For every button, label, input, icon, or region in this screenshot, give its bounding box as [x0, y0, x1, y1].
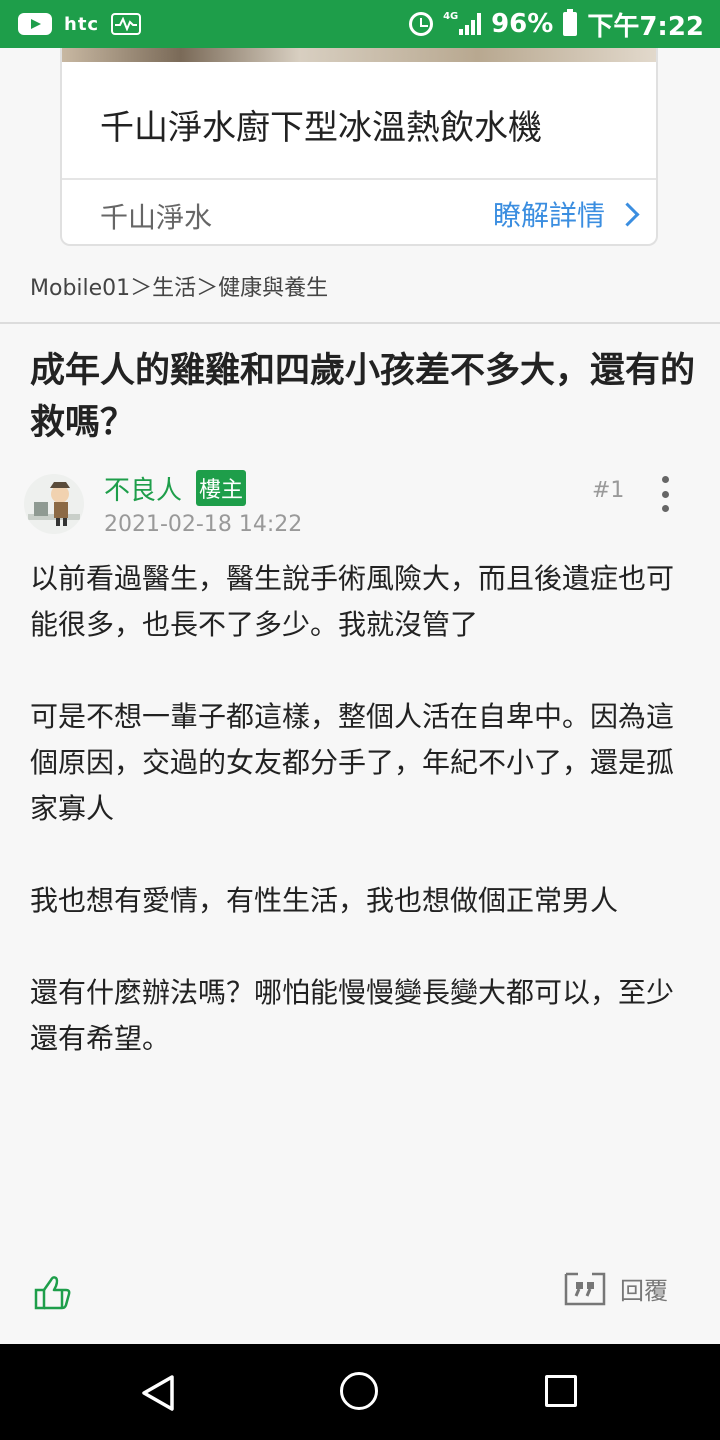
post-date: 2021-02-18 14:22 — [104, 512, 303, 537]
network-type: 4G — [443, 11, 459, 22]
signal-icon: 4G — [443, 11, 482, 35]
home-icon[interactable] — [340, 1372, 378, 1410]
breadcrumb[interactable]: Mobile01＞生活＞健康與養生 — [30, 270, 328, 302]
learn-more-link[interactable]: 瞭解詳情 — [492, 194, 640, 234]
thumbs-up-icon — [34, 1276, 71, 1310]
divider — [0, 322, 720, 324]
ad-title[interactable]: 千山淨水廚下型冰溫熱飲水機 — [100, 100, 542, 149]
alarm-icon — [409, 12, 434, 36]
recent-apps-icon[interactable] — [545, 1375, 577, 1407]
system-nav-bar — [0, 1344, 720, 1440]
thread-title: 成年人的雞雞和四歲小孩差不多大，還有的救嗎？ — [30, 351, 696, 443]
reply-button[interactable]: 回覆 — [564, 1270, 668, 1306]
divider — [62, 178, 656, 180]
ad-image — [62, 48, 656, 62]
post-paragraph: 我也想有愛情，有性生活，我也想做個正常男人 — [30, 884, 619, 917]
learn-more-label: 瞭解詳情 — [492, 199, 605, 232]
activity-icon — [111, 13, 142, 35]
post-paragraph: 還有什麼辦法嗎？哪怕能慢慢變長變大都可以，至少還有希望。 — [30, 976, 675, 1055]
chevron-right-icon — [615, 201, 640, 227]
battery-icon — [563, 9, 578, 36]
clock: 下午7:22 — [587, 11, 704, 42]
battery-percent: 96% — [491, 9, 554, 39]
author-name[interactable]: 不良人 — [104, 470, 182, 507]
reply-label: 回覆 — [620, 1276, 668, 1305]
youtube-icon — [18, 13, 52, 35]
more-options-icon[interactable] — [654, 476, 676, 512]
avatar[interactable] — [24, 474, 84, 534]
quote-icon — [564, 1272, 606, 1306]
floor-number[interactable]: #1 — [592, 478, 624, 503]
op-badge: 樓主 — [196, 470, 246, 506]
post-paragraph: 可是不想一輩子都這樣，整個人活在自卑中。因為這個原因，交過的女友都分手了，年紀不… — [30, 700, 675, 825]
carrier-label: htc — [64, 13, 100, 35]
back-icon[interactable] — [140, 1374, 176, 1412]
ad-brand: 千山淨水 — [100, 201, 213, 234]
ad-card[interactable]: 千山淨水廚下型冰溫熱飲水機 千山淨水 瞭解詳情 — [60, 48, 658, 246]
status-bar: htc 4G 96% 下午7:22 — [0, 0, 720, 48]
post-body: 以前看過醫生，醫生說手術風險大，而且後遺症也可能很多，也長不了多少。我就沒管了 … — [30, 556, 690, 1108]
post-paragraph: 以前看過醫生，醫生說手術風險大，而且後遺症也可能很多，也長不了多少。我就沒管了 — [30, 562, 675, 641]
like-button[interactable] — [32, 1272, 72, 1312]
